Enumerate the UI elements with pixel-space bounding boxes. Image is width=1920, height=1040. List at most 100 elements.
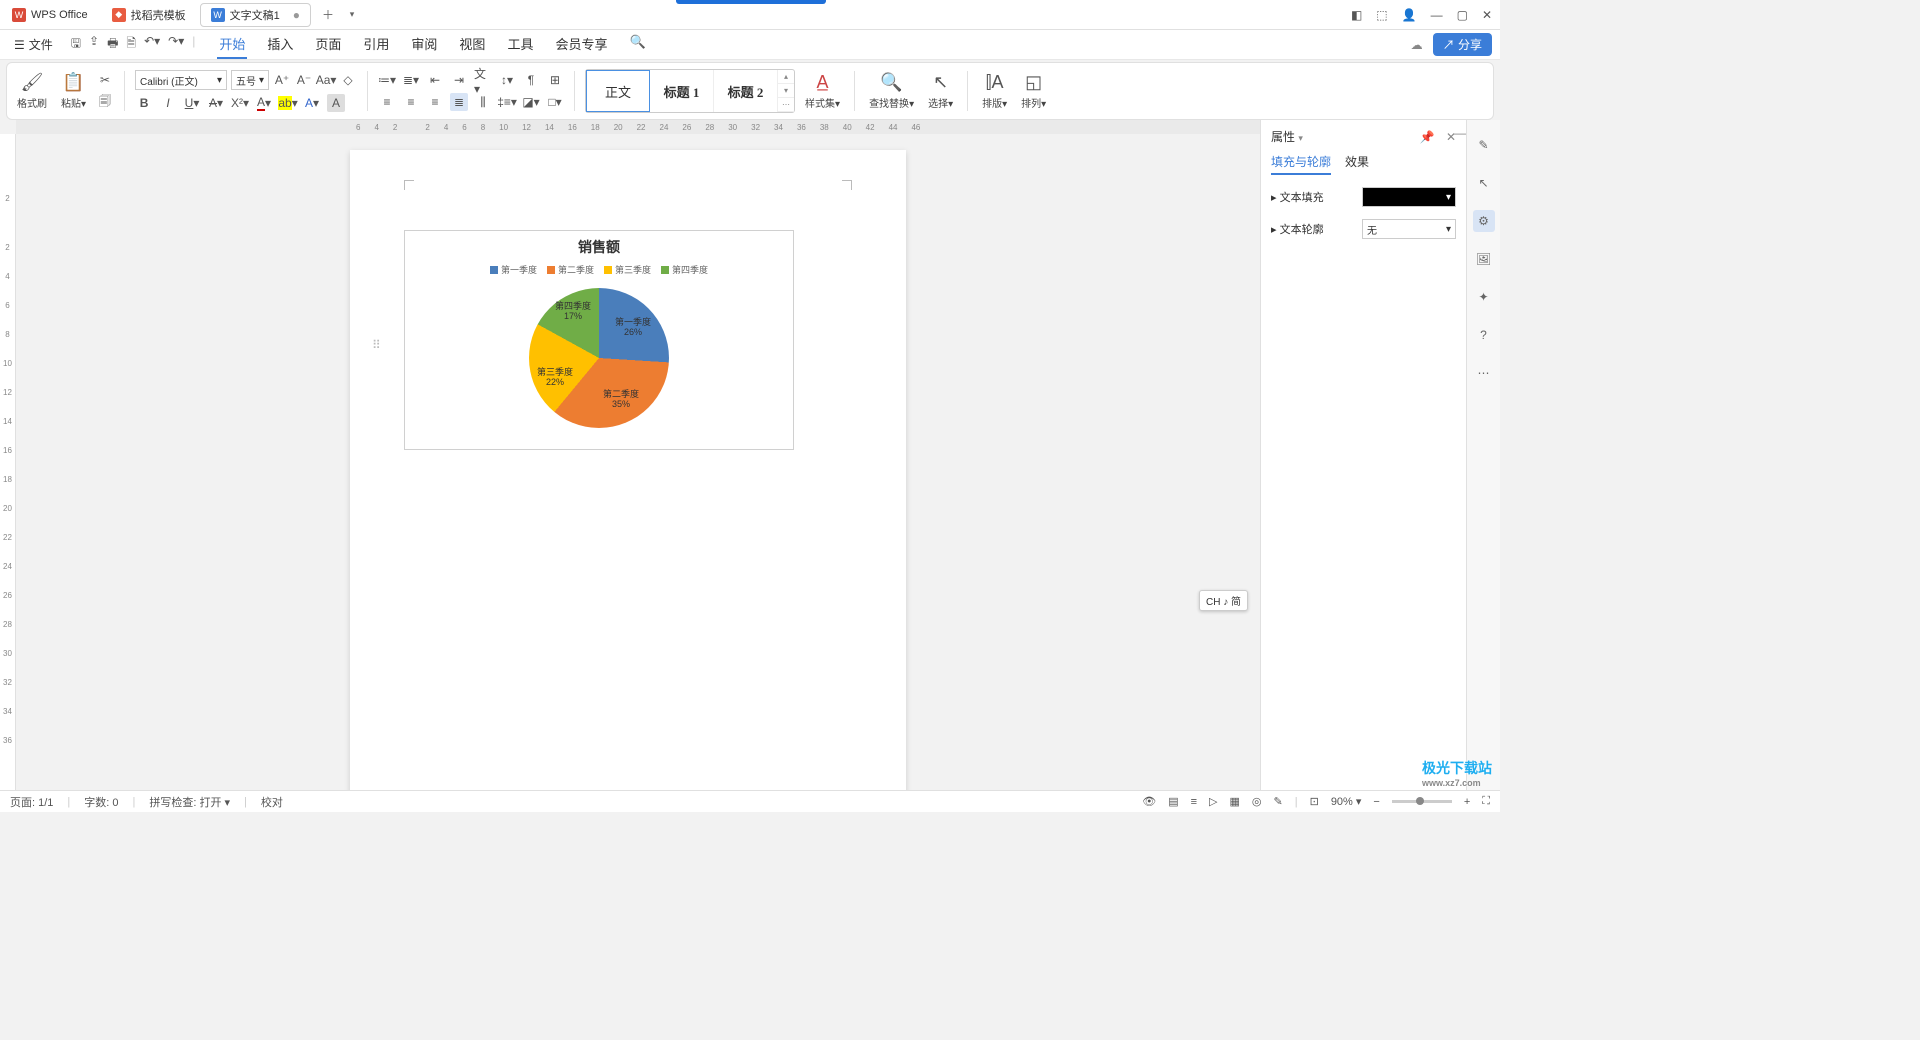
tab-effects[interactable]: 效果 [1345, 153, 1369, 175]
chart-object[interactable]: 销售额 第一季度 第二季度 第三季度 第四季度 第一季度26% 第二季度35% … [404, 230, 794, 450]
rail-more-icon[interactable]: ⋯ [1473, 362, 1495, 384]
window-tile-icon[interactable]: ◧ [1351, 8, 1362, 22]
tab-template[interactable]: ◆ 找稻壳模板 [102, 3, 196, 27]
format-painter-button[interactable]: 🖌 格式刷 [13, 72, 51, 110]
avatar-icon[interactable]: 👤 [1402, 8, 1417, 22]
text-direction-icon[interactable]: 文▾ [474, 71, 492, 89]
rail-help-icon[interactable]: ? [1473, 324, 1495, 346]
ime-indicator[interactable]: CH ♪ 简 [1199, 590, 1248, 611]
cut-icon[interactable]: ✂ [96, 71, 114, 89]
search-icon[interactable]: 🔍 [627, 30, 647, 59]
styleset-button[interactable]: A̲ 样式集▾ [801, 72, 844, 110]
align-center-icon[interactable]: ≡ [402, 93, 420, 111]
view-outline-icon[interactable]: ≡ [1191, 796, 1197, 808]
shading-icon[interactable]: ◪▾ [522, 93, 540, 111]
zoom-out-icon[interactable]: − [1373, 796, 1379, 808]
view-eye-icon[interactable]: 👁 [1142, 795, 1156, 808]
minimize-icon[interactable]: — [1431, 8, 1443, 22]
strike-icon[interactable]: A▾ [207, 94, 225, 112]
style-normal[interactable]: 正文 [586, 70, 650, 112]
style-heading1[interactable]: 标题 1 [650, 70, 714, 112]
panel-collapse-icon[interactable]: — [1454, 126, 1466, 140]
view-read-icon[interactable]: ▷ [1209, 795, 1217, 808]
undo-icon[interactable]: ↶▾ [144, 34, 160, 55]
bold-icon[interactable]: B [135, 94, 153, 112]
border-style-icon[interactable]: □▾ [546, 93, 564, 111]
tab-view[interactable]: 视图 [457, 30, 487, 59]
share-button[interactable]: ↗ 分享 [1433, 33, 1492, 56]
save-icon[interactable]: 🖫 [71, 34, 81, 55]
zoom-level[interactable]: 90% ▾ [1331, 795, 1362, 808]
new-tab-button[interactable]: ＋ [319, 6, 337, 24]
font-color-icon[interactable]: A▾ [255, 94, 273, 112]
bullet-list-icon[interactable]: ≔▾ [378, 71, 396, 89]
zoom-slider[interactable] [1392, 800, 1452, 803]
highlight-icon[interactable]: ab▾ [279, 94, 297, 112]
text-fill-select[interactable]: ▾ [1362, 187, 1456, 207]
chart-legend[interactable]: 第一季度 第二季度 第三季度 第四季度 [405, 263, 793, 276]
close-window-icon[interactable]: ✕ [1482, 8, 1492, 22]
text-outline-select[interactable]: 无▾ [1362, 219, 1456, 239]
arrange-button[interactable]: ◱ 排列▾ [1017, 72, 1050, 110]
tab-fill-outline[interactable]: 填充与轮廓 [1271, 153, 1331, 175]
status-page[interactable]: 页面: 1/1 [10, 794, 53, 810]
find-replace-button[interactable]: 🔍 查找替换▾ [865, 72, 918, 110]
borders-icon[interactable]: ⊞ [546, 71, 564, 89]
status-words[interactable]: 字数: 0 [84, 794, 118, 810]
ruler-horizontal[interactable]: 6422468101214161820222426283032343638404… [16, 120, 1260, 134]
para-marks-icon[interactable]: ¶ [522, 71, 540, 89]
line-spacing-icon[interactable]: ‡≡▾ [498, 93, 516, 111]
status-spellcheck[interactable]: 拼写检查: 打开 ▾ [149, 794, 230, 810]
drag-handle-icon[interactable]: ⠿ [372, 338, 381, 352]
decrease-indent-icon[interactable]: ⇤ [426, 71, 444, 89]
copy-icon[interactable]: 🗐 [96, 93, 114, 111]
increase-indent-icon[interactable]: ⇥ [450, 71, 468, 89]
char-shading-icon[interactable]: A [327, 94, 345, 112]
decrease-font-icon[interactable]: A⁻ [295, 71, 313, 89]
align-left-icon[interactable]: ≡ [378, 93, 396, 111]
number-list-icon[interactable]: ≣▾ [402, 71, 420, 89]
cube-icon[interactable]: ⬚ [1376, 8, 1387, 22]
tab-reference[interactable]: 引用 [361, 30, 391, 59]
pie-chart[interactable]: 第一季度26% 第二季度35% 第三季度22% 第四季度17% [529, 288, 669, 428]
view-web-icon[interactable]: ▦ [1230, 795, 1240, 808]
tab-review[interactable]: 审阅 [409, 30, 439, 59]
print-preview-icon[interactable]: 🗎 [126, 34, 136, 55]
tab-member[interactable]: 会员专享 [553, 30, 609, 59]
page[interactable]: ⠿ 销售额 第一季度 第二季度 第三季度 第四季度 第一季度26% 第二季度35… [350, 150, 906, 790]
layout-button[interactable]: ⫿A 排版▾ [978, 72, 1011, 110]
file-menu[interactable]: ☰ 文件 [8, 33, 59, 56]
maximize-icon[interactable]: ▢ [1457, 8, 1468, 22]
tab-home[interactable]: 开始 [217, 30, 247, 59]
text-effects-icon[interactable]: A▾ [303, 94, 321, 112]
chart-title[interactable]: 销售额 [405, 231, 793, 263]
cloud-icon[interactable]: ☁ [1411, 38, 1423, 52]
underline-icon[interactable]: U▾ [183, 94, 201, 112]
change-case-icon[interactable]: Aa▾ [317, 71, 335, 89]
ruler-vertical[interactable]: 224681012141618202224262830323436 [0, 134, 16, 790]
rail-select-icon[interactable]: ↖ [1473, 172, 1495, 194]
rail-settings-icon[interactable]: ⚙ [1473, 210, 1495, 232]
distribute-icon[interactable]: ⫼ [474, 93, 492, 111]
font-name-select[interactable]: Calibri (正文)▾ [135, 70, 227, 90]
tab-document[interactable]: W 文字文稿1 ● [200, 3, 311, 27]
fullscreen-icon[interactable]: ⛶ [1482, 795, 1490, 808]
pin-icon[interactable]: 📌 [1420, 130, 1435, 144]
font-size-select[interactable]: 五号▾ [231, 70, 269, 90]
rail-image-icon[interactable]: 🖼 [1473, 248, 1495, 270]
tab-wps-office[interactable]: W WPS Office [2, 3, 98, 27]
align-justify-icon[interactable]: ≣ [450, 93, 468, 111]
italic-icon[interactable]: I [159, 94, 177, 112]
export-icon[interactable]: ⇪ [89, 34, 99, 55]
redo-icon[interactable]: ↷▾ [168, 34, 184, 55]
tab-page[interactable]: 页面 [313, 30, 343, 59]
select-button[interactable]: ↖ 选择▾ [924, 72, 957, 110]
clear-format-icon[interactable]: ◇ [339, 71, 357, 89]
sort-icon[interactable]: ↕▾ [498, 71, 516, 89]
increase-font-icon[interactable]: A⁺ [273, 71, 291, 89]
view-page-icon[interactable]: ▤ [1168, 795, 1178, 808]
rail-tools-icon[interactable]: ✦ [1473, 286, 1495, 308]
tab-insert[interactable]: 插入 [265, 30, 295, 59]
chevron-down-icon[interactable]: ▾ [1298, 133, 1303, 143]
print-icon[interactable]: 🖶 [107, 34, 118, 55]
